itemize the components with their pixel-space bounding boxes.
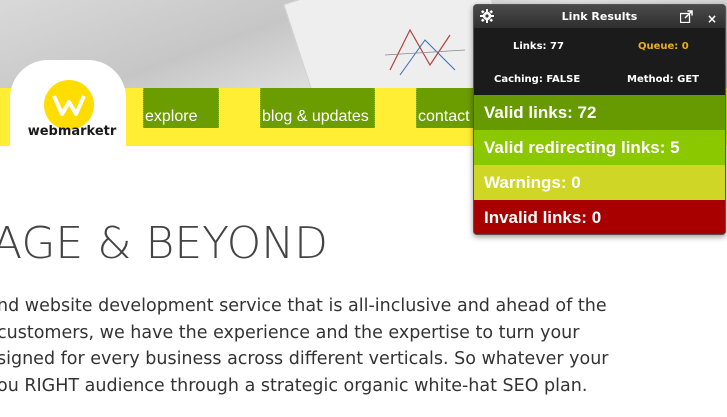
body-line: nd website development service that is a…	[0, 296, 607, 316]
valid-links-row[interactable]: Valid links: 72	[474, 95, 725, 130]
body-line: ou RIGHT audience through a strategic or…	[0, 375, 588, 396]
request-method: Method: GET	[627, 74, 700, 85]
invalid-links-row[interactable]: Invalid links: 0	[474, 200, 725, 234]
queue-count: Queue: 0	[638, 41, 689, 52]
hero-sketch	[384, 28, 466, 76]
panel-header[interactable]: Link Results ×	[474, 5, 725, 28]
link-results-panel: Link Results × Links: 77 Queue: 0 Cachin…	[473, 4, 726, 235]
body-line: signed for every business across differe…	[0, 349, 609, 369]
nav-blog-updates[interactable]: blog & updates	[260, 88, 375, 128]
close-icon[interactable]: ×	[707, 8, 717, 31]
body-text: nd website development service that is a…	[0, 293, 608, 399]
logo-text[interactable]: webmarketr	[22, 124, 122, 139]
nav-contact[interactable]: contact	[416, 88, 476, 128]
nav-explore-us[interactable]: explore us	[143, 88, 219, 183]
panel-title: Link Results	[561, 10, 638, 23]
page-headline: AGE & BEYOND	[0, 218, 329, 269]
gear-icon[interactable]	[480, 9, 494, 23]
body-line: customers, we have the experience and th…	[0, 322, 580, 343]
logo-icon[interactable]	[44, 80, 94, 130]
warnings-row[interactable]: Warnings: 0	[474, 165, 725, 200]
popout-icon[interactable]	[680, 10, 693, 23]
nav-item-label: contact	[418, 108, 470, 125]
links-count: Links: 77	[513, 41, 564, 52]
redirecting-links-row[interactable]: Valid redirecting links: 5	[474, 130, 725, 165]
nav-item-label: blog & updates	[262, 108, 369, 125]
caching-status: Caching: FALSE	[494, 74, 581, 85]
